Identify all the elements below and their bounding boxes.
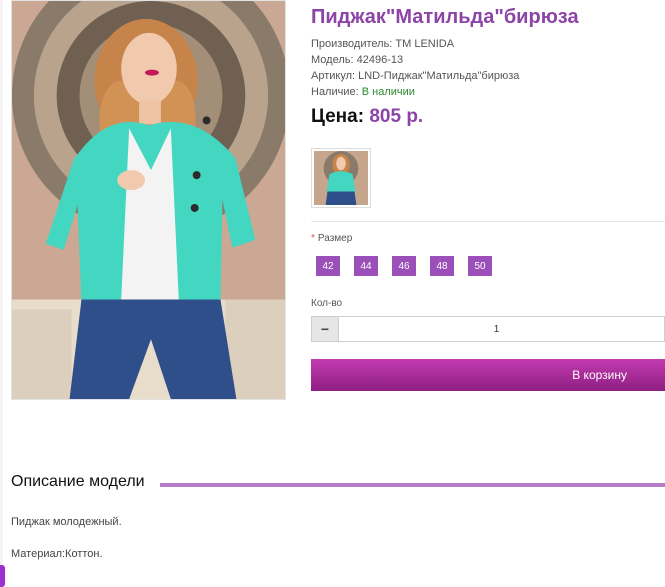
thumbnail-illustration	[314, 151, 368, 205]
price-label: Цена:	[311, 106, 365, 127]
product-thumbnail[interactable]	[311, 148, 371, 208]
description-heading-rule	[160, 483, 665, 487]
size-option-50[interactable]: 50	[468, 256, 492, 276]
price-value: 805 р.	[369, 106, 424, 127]
divider	[311, 221, 665, 222]
description-text-1: Пиджак молодежный.	[11, 516, 122, 528]
description-text-2: Материал:Коттон.	[11, 548, 103, 560]
product-model: Модель: 42496-13	[311, 54, 404, 66]
size-options: 42 44 46 48 50	[316, 256, 492, 276]
size-option-48[interactable]: 48	[430, 256, 454, 276]
size-label-text: Размер	[317, 233, 353, 244]
quantity-label: Кол-во	[311, 298, 343, 309]
quantity-decrease-button[interactable]: −	[311, 316, 339, 342]
product-price: Цена: 805 р.	[311, 106, 423, 128]
product-main-image[interactable]	[11, 0, 286, 400]
product-sku: Артикул: LND-Пиджак"Матильда"бирюза	[311, 70, 520, 82]
availability-status: В наличии	[361, 86, 415, 98]
product-title: Пиджак"Матильда"бирюза	[311, 6, 579, 28]
quantity-input[interactable]: 1	[339, 316, 665, 342]
size-label: * Размер	[311, 233, 352, 244]
page-left-edge	[0, 0, 5, 587]
availability-label: Наличие:	[311, 86, 359, 98]
size-option-42[interactable]: 42	[316, 256, 340, 276]
product-manufacturer: Производитель: TM LENIDA	[311, 38, 455, 50]
add-to-cart-button[interactable]: В корзину	[311, 359, 665, 391]
scroll-corner-marker	[0, 565, 5, 587]
product-availability: Наличие: В наличии	[311, 86, 415, 98]
required-mark: *	[311, 233, 315, 244]
description-heading: Описание модели	[11, 473, 145, 490]
size-option-44[interactable]: 44	[354, 256, 378, 276]
size-option-46[interactable]: 46	[392, 256, 416, 276]
product-photo-illustration	[12, 1, 285, 399]
